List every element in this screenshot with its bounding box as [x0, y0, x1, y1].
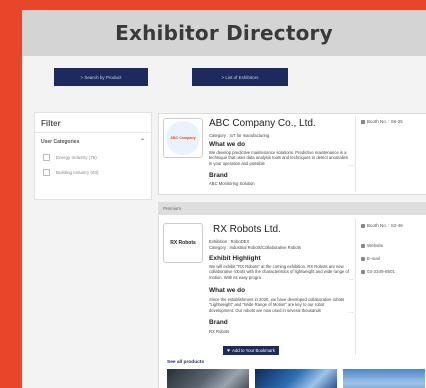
product-thumbnail[interactable] — [343, 369, 425, 388]
checkbox[interactable] — [43, 154, 50, 161]
exhibit-highlight-text: We will exhibit "RX Robots" at the comin… — [209, 264, 349, 280]
company-category: Category : IoT for manufacturing — [209, 133, 270, 138]
booth-number: Booth No. : S2-46 — [361, 223, 403, 228]
what-we-do-text: We develop predictive maintenance soluti… — [209, 150, 348, 166]
search-by-product-button[interactable]: > Search by Product — [54, 68, 148, 86]
chevron-up-icon[interactable]: ⌃ — [140, 138, 145, 145]
what-we-do-heading: What we do — [209, 287, 246, 294]
company-logo[interactable]: ABC Company — [163, 118, 203, 158]
mail-icon — [361, 256, 365, 261]
filter-option-label: Energy Industry (75) — [56, 155, 97, 160]
filter-option-energy[interactable]: Energy Industry (75) — [35, 150, 151, 165]
company-category: Category : Industrial Robots/Collaborati… — [209, 245, 301, 250]
product-thumbnail[interactable] — [255, 369, 337, 388]
booth-icon — [361, 223, 365, 228]
read-more[interactable]: ... — [349, 276, 353, 282]
website-link[interactable]: Website — [361, 243, 383, 248]
booth-icon — [361, 119, 365, 124]
checkbox[interactable] — [43, 169, 50, 176]
exhibit-highlight-heading: Exhibit Highlight — [209, 255, 261, 262]
read-more[interactable]: ... — [349, 162, 353, 168]
website-label: Website — [367, 243, 384, 248]
phone-label: 03-3349-8501 — [367, 269, 396, 274]
app-screen: Exhibitor Directory > Search by Product … — [22, 10, 426, 388]
premium-badge: Premium — [159, 203, 426, 215]
filter-category-label: User Categories — [41, 138, 80, 145]
booth-label: Booth No. : S2-46 — [367, 223, 403, 228]
heart-icon: ♥ — [227, 347, 231, 354]
company-name[interactable]: RX Robots Ltd. — [213, 224, 281, 235]
filter-title: Filter — [35, 113, 151, 133]
brand-text: RX Robots — [209, 329, 230, 334]
phone-icon — [361, 269, 365, 274]
phone-number: 03-3349-8501 — [361, 269, 395, 274]
brand-text: ABC Monitoring Solution — [209, 181, 255, 186]
filter-option-label: Building Industry (93) — [56, 170, 99, 175]
list-of-exhibitors-button[interactable]: > List of Exhibitors — [192, 68, 288, 86]
page-title: Exhibitor Directory — [115, 21, 333, 45]
company-logo[interactable]: RX Robots — [163, 223, 203, 263]
exhibitor-card-rx[interactable]: Premium RX Robots RX Robots Ltd. Exhibit… — [158, 202, 426, 388]
booth-label: Booth No. : S6-25 — [367, 119, 403, 124]
filter-panel: Filter User Categories ⌃ Energy Industry… — [34, 112, 152, 200]
email-link[interactable]: E-mail — [361, 256, 380, 261]
read-more[interactable]: ... — [349, 309, 353, 315]
exhibitor-card-abc[interactable]: ABC Company ABC Company Co., Ltd. Catego… — [158, 113, 426, 195]
company-name[interactable]: ABC Company Co., Ltd. — [209, 118, 316, 129]
brand-heading: Brand — [209, 319, 228, 326]
filter-option-building[interactable]: Building Industry (93) — [35, 165, 151, 180]
add-bookmark-button[interactable]: ♥ Add to Your Bookmark — [223, 346, 279, 355]
globe-icon — [361, 243, 365, 248]
booth-number: Booth No. : S6-25 — [361, 119, 403, 124]
what-we-do-text: Since the establishment in 2020, we have… — [209, 297, 345, 313]
logo-text: RX Robots — [170, 240, 196, 246]
product-thumbnail[interactable] — [167, 369, 249, 388]
see-all-products-link[interactable]: See all products — [167, 360, 204, 365]
company-exhibition: Exhibition : RoboDEX — [209, 239, 250, 244]
email-label: E-mail — [367, 256, 380, 261]
page-header: Exhibitor Directory — [22, 10, 426, 56]
filter-category-user-categories[interactable]: User Categories ⌃ — [35, 133, 151, 150]
brand-heading: Brand — [209, 172, 228, 179]
divider — [355, 219, 356, 355]
what-we-do-heading: What we do — [209, 141, 246, 148]
divider — [355, 116, 356, 192]
logo-text: ABC Company — [166, 121, 200, 155]
bookmark-label: Add to Your Bookmark — [232, 348, 275, 353]
